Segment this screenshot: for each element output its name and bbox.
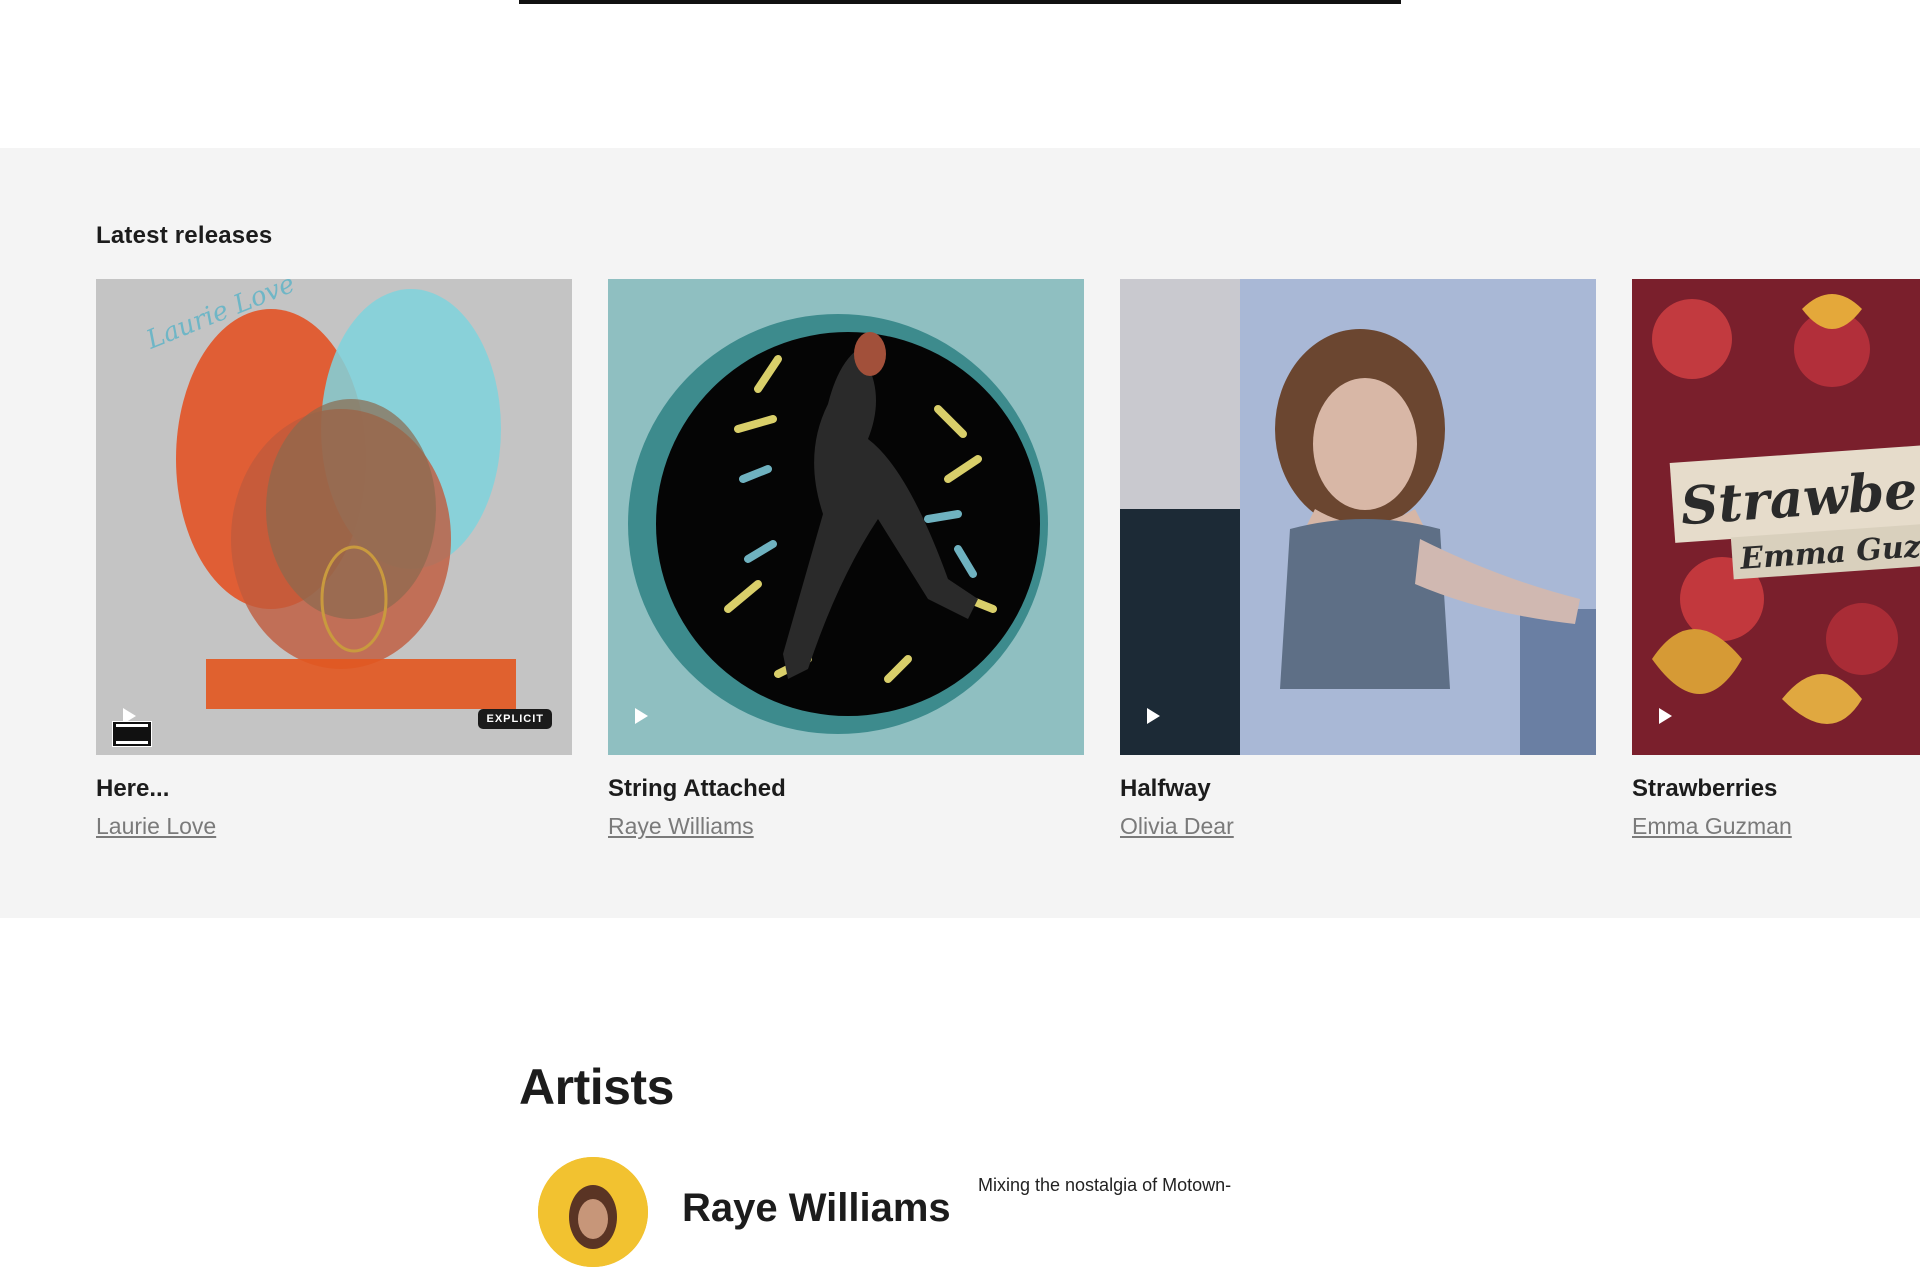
release-artist-link[interactable]: Olivia Dear: [1120, 813, 1234, 840]
latest-releases-heading: Latest releases: [96, 222, 273, 249]
play-icon: [635, 708, 648, 724]
play-icon: [1147, 708, 1160, 724]
album-cover[interactable]: [608, 279, 1084, 755]
release-card[interactable]: Strawberries Emma Guzman Strawberries Em…: [1632, 279, 1920, 840]
play-button[interactable]: [626, 701, 656, 731]
release-card[interactable]: String Attached Raye Williams: [608, 279, 1084, 840]
album-cover[interactable]: Strawberries Emma Guzman: [1632, 279, 1920, 755]
latest-releases-section: Latest releases Laurie Love EXPLICIT Her…: [0, 148, 1920, 918]
release-card[interactable]: Halfway Olivia Dear: [1120, 279, 1596, 840]
release-title: Strawberries: [1632, 775, 1778, 802]
play-button[interactable]: [1650, 701, 1680, 731]
album-cover[interactable]: Laurie Love EXPLICIT: [96, 279, 572, 755]
play-icon: [1659, 708, 1672, 724]
parental-advisory-icon: [112, 721, 152, 747]
release-title: Here...: [96, 775, 170, 802]
release-title: Halfway: [1120, 775, 1211, 802]
artist-name[interactable]: Raye Williams: [682, 1186, 951, 1231]
explicit-badge: EXPLICIT: [478, 709, 552, 729]
artist-avatar[interactable]: [538, 1157, 648, 1267]
top-divider-bar: [519, 0, 1401, 4]
play-button[interactable]: [1138, 701, 1168, 731]
release-card[interactable]: Laurie Love EXPLICIT Here... Laurie Love: [96, 279, 572, 840]
release-artist-link[interactable]: Emma Guzman: [1632, 813, 1792, 840]
artists-heading: Artists: [519, 1059, 674, 1115]
release-title: String Attached: [608, 775, 786, 802]
album-cover[interactable]: [1120, 279, 1596, 755]
release-artist-link[interactable]: Raye Williams: [608, 813, 754, 840]
release-artist-link[interactable]: Laurie Love: [96, 813, 216, 840]
artist-bio: Mixing the nostalgia of Motown-: [978, 1175, 1232, 1195]
